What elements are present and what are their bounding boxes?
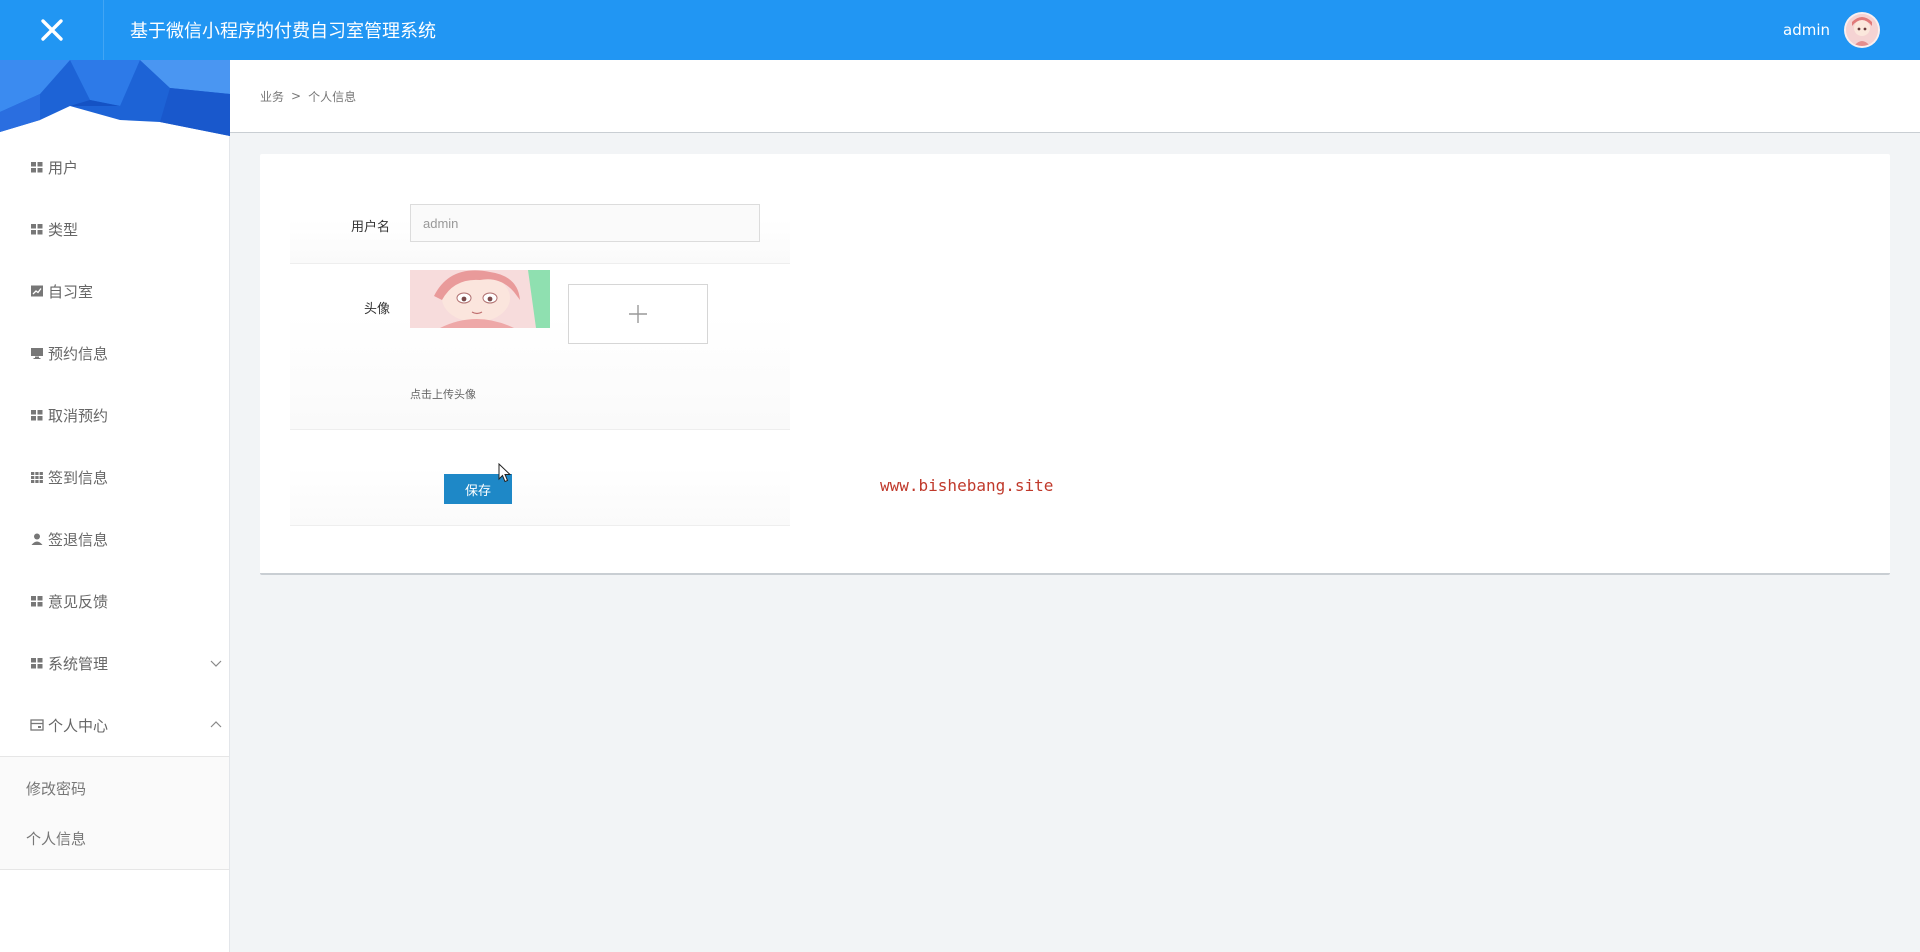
grid-icon: [30, 594, 44, 608]
card-icon: [30, 718, 44, 732]
avatar-preview-image: [410, 270, 550, 328]
sidebar-item-label: 取消预约: [48, 406, 109, 425]
mouse-cursor-icon: [498, 463, 512, 483]
sidebar-banner: [0, 60, 230, 136]
submenu-item-change-password[interactable]: 修改密码: [0, 763, 229, 813]
table-icon: [30, 470, 44, 484]
sidebar-item-label: 自习室: [48, 282, 94, 301]
monitor-icon: [30, 346, 44, 360]
header-user-name[interactable]: admin: [1783, 21, 1830, 39]
watermark-text: www.bishebang.site: [880, 476, 1054, 495]
grid-icon: [30, 160, 44, 174]
username-row: 用户名: [290, 154, 790, 264]
submenu-item-personal-info[interactable]: 个人信息: [0, 813, 229, 863]
sidebar-item-label: 用户: [48, 158, 79, 177]
sidebar-item-label: 意见反馈: [48, 592, 109, 611]
sidebar-item-cancel-reservations[interactable]: 取消预约: [0, 384, 229, 446]
sidebar-item-label: 系统管理: [48, 654, 109, 673]
sidebar-item-reservations[interactable]: 预约信息: [0, 322, 229, 384]
breadcrumb-parent[interactable]: 业务: [260, 88, 284, 105]
upload-hint: 点击上传头像: [410, 388, 476, 401]
avatar-label: 头像: [363, 302, 390, 317]
breadcrumb: 业务 > 个人信息: [230, 60, 1920, 133]
sidebar-item-label: 预约信息: [48, 344, 109, 363]
breadcrumb-current: 个人信息: [308, 89, 357, 104]
avatar-preview-icon: [410, 270, 550, 328]
grid-icon: [30, 222, 44, 236]
sidebar: 用户 类型 自习室 预约信息 取消预约 签到信息 签退信息 意见反馈 系统管理 …: [0, 60, 230, 952]
sidebar-item-types[interactable]: 类型: [0, 198, 229, 260]
avatar[interactable]: [1844, 12, 1880, 48]
avatar-upload-button[interactable]: [568, 284, 708, 344]
top-header: 基于微信小程序的付费自习室管理系统 admin: [0, 0, 1920, 60]
username-label: 用户名: [350, 220, 390, 235]
grid-icon: [30, 408, 44, 422]
app-title: 基于微信小程序的付费自习室管理系统: [130, 21, 436, 42]
sidebar-item-system-management[interactable]: 系统管理: [0, 632, 229, 694]
sidebar-item-check-out[interactable]: 签退信息: [0, 508, 229, 570]
chevron-up-icon: [210, 721, 222, 728]
sidebar-item-check-in[interactable]: 签到信息: [0, 446, 229, 508]
breadcrumb-separator: >: [291, 89, 302, 103]
plus-icon: [629, 305, 647, 323]
sidebar-item-label: 个人中心: [48, 716, 109, 735]
grid-icon: [30, 656, 44, 670]
chevron-down-icon: [210, 660, 222, 667]
close-icon: [40, 19, 63, 41]
avatar-row: 头像 点击上传头像: [290, 264, 790, 430]
chart-icon: [30, 284, 44, 298]
avatar-image-icon: [1846, 14, 1878, 46]
sidebar-item-feedback[interactable]: 意见反馈: [0, 570, 229, 632]
sidebar-item-label: 签到信息: [48, 468, 109, 487]
sidebar-item-label: 类型: [48, 220, 79, 239]
sidebar-item-users[interactable]: 用户: [0, 136, 229, 198]
username-input[interactable]: [410, 204, 760, 242]
close-sidebar-button[interactable]: [0, 0, 104, 60]
user-icon: [30, 532, 44, 546]
sidebar-item-study-rooms[interactable]: 自习室: [0, 260, 229, 322]
save-row: 保存: [290, 430, 790, 526]
personal-center-submenu: 修改密码 个人信息: [0, 756, 229, 870]
sidebar-item-label: 签退信息: [48, 530, 109, 549]
sidebar-item-personal-center[interactable]: 个人中心: [0, 694, 229, 756]
profile-form-card: 用户名 头像 点击上传头像 保存: [260, 154, 1890, 575]
